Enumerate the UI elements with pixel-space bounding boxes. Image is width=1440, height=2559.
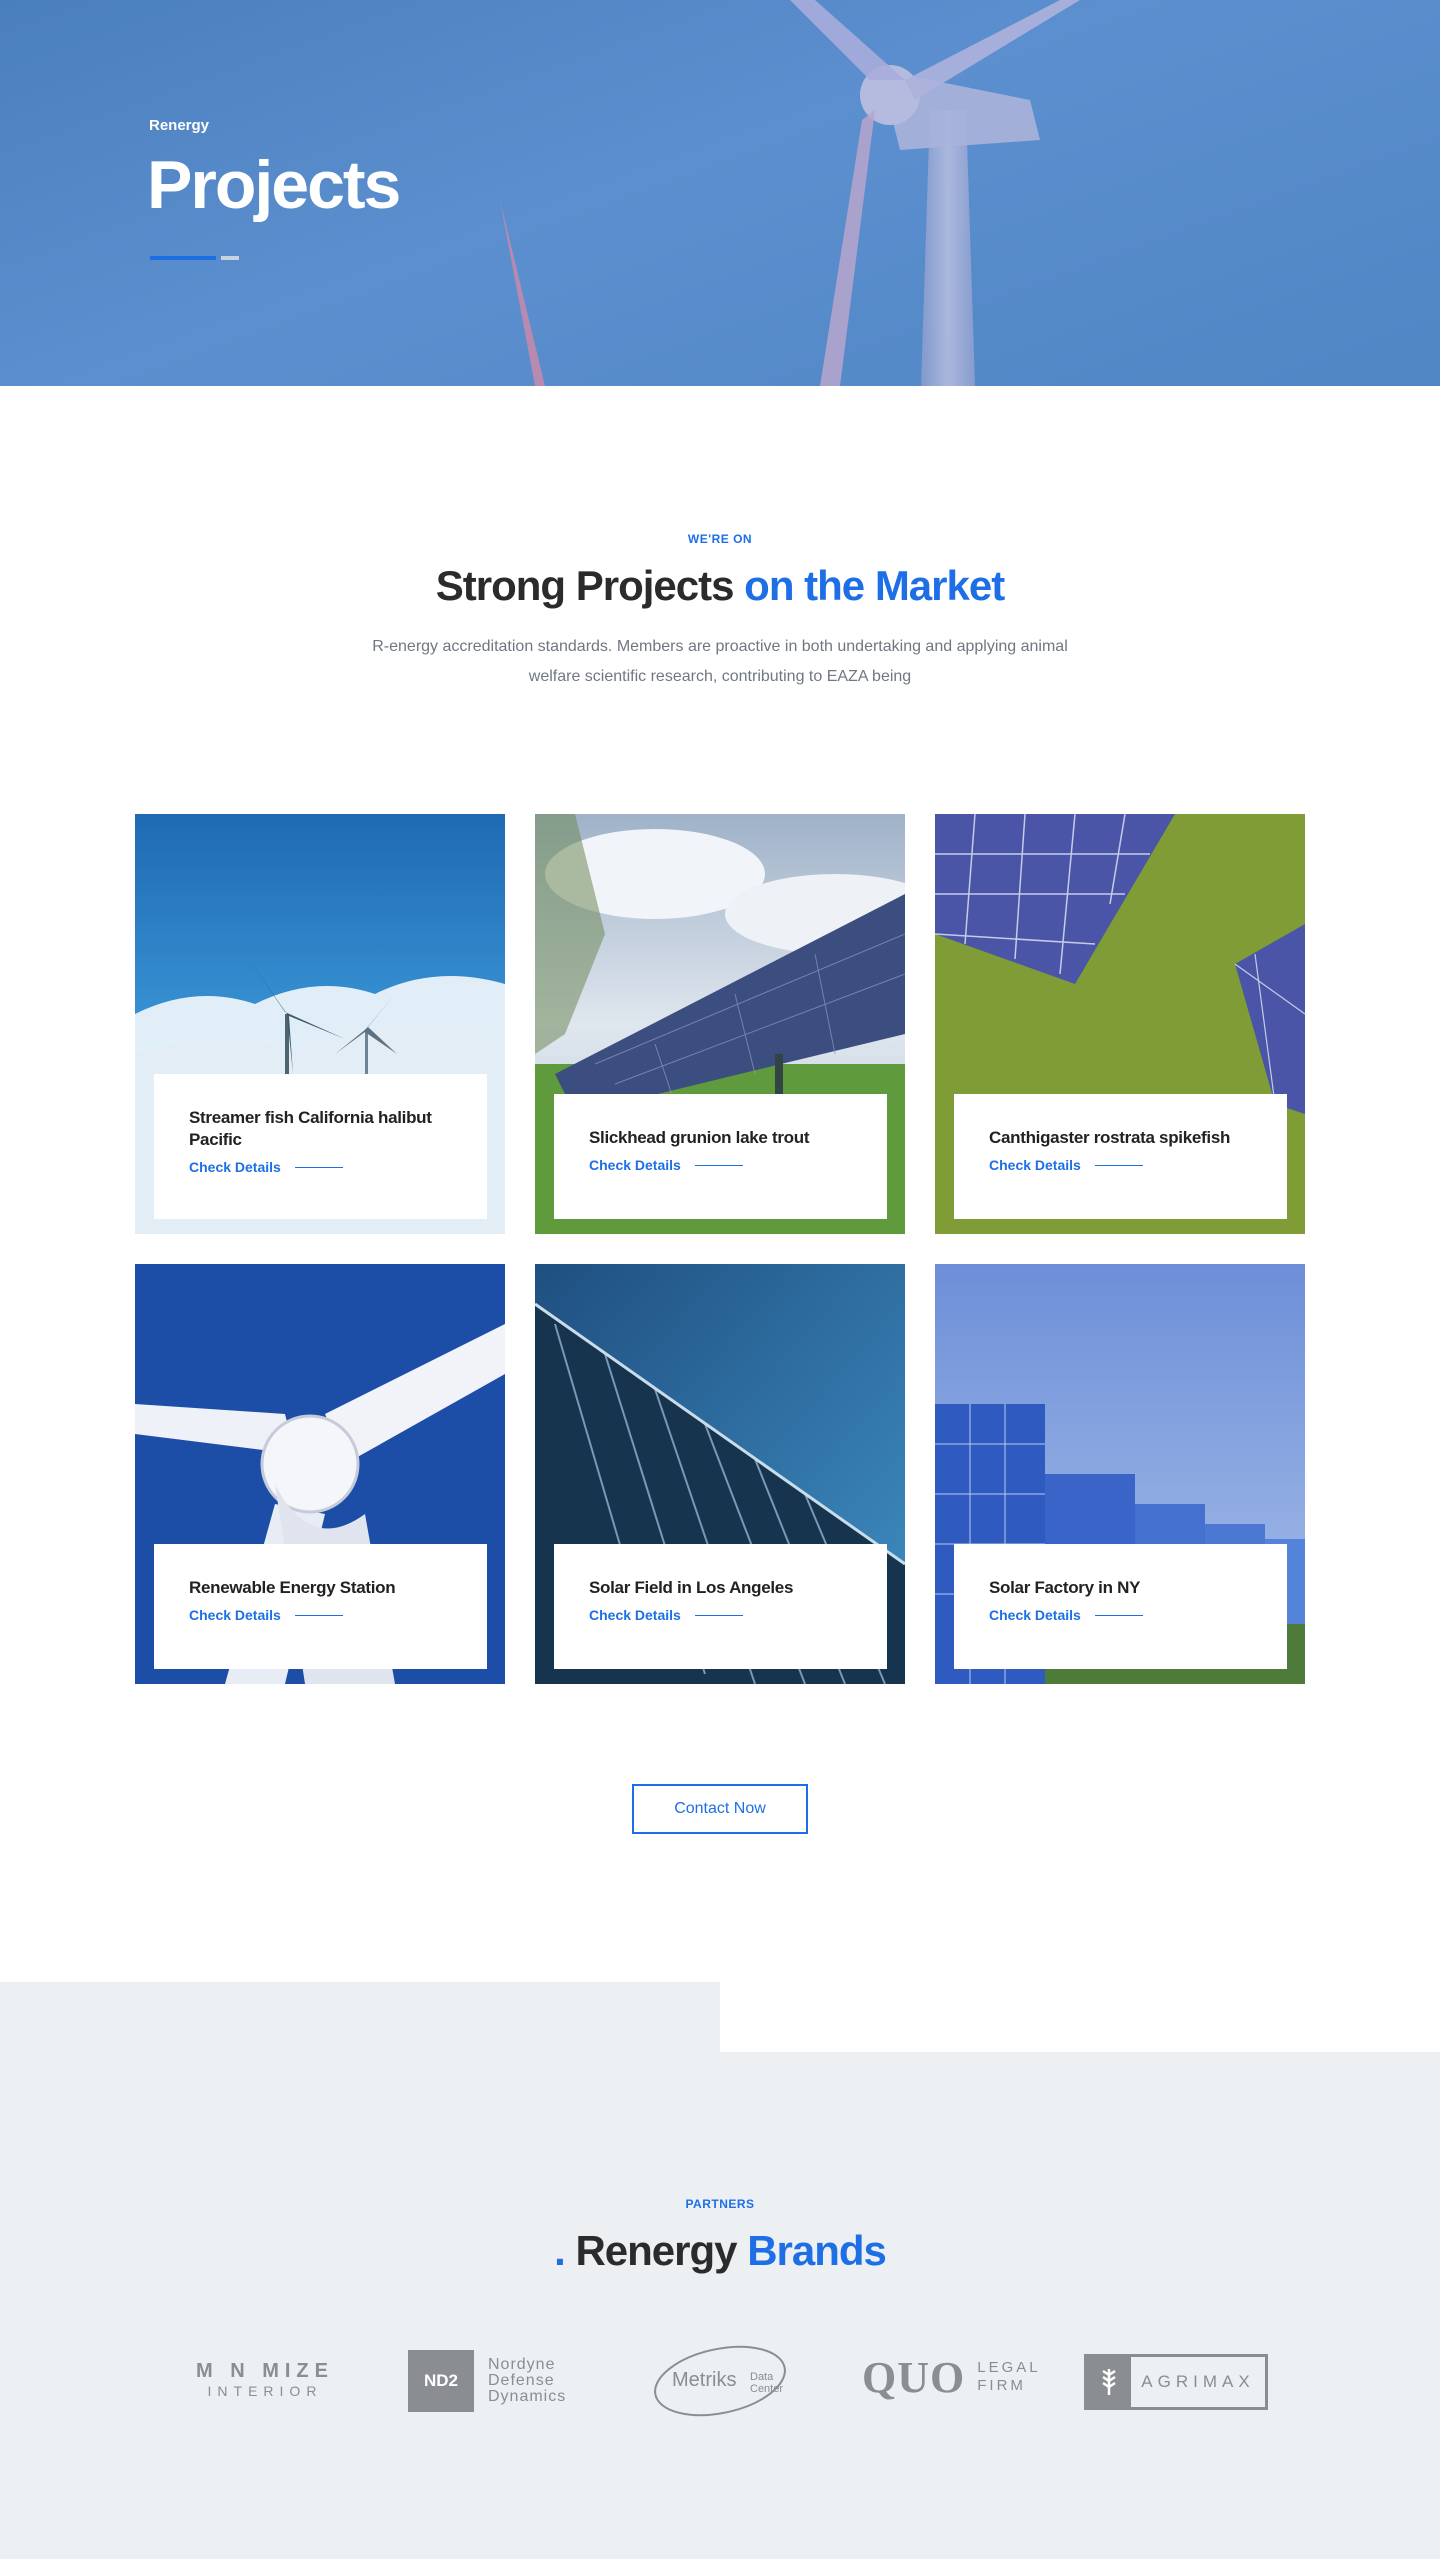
project-card[interactable]: Solar Factory in NY Check Details (935, 1264, 1305, 1684)
logo-nd2-badge: ND2 (408, 2350, 474, 2412)
logo-quo-word: QUO (862, 2352, 966, 2402)
hero-banner: Renergy Projects (0, 0, 1440, 386)
project-card-title: Streamer fish California halibut Pacific (189, 1108, 432, 1149)
section-title-accent: on the Market (744, 562, 1005, 609)
section-title: Strong Projects on the Market (0, 562, 1440, 610)
project-card-title: Solar Field in Los Angeles (589, 1578, 794, 1597)
check-details-link[interactable]: Check Details (589, 1607, 852, 1623)
partner-logo-minimize[interactable]: M N MIZE INTERIOR (195, 2360, 335, 2400)
logo-agrimax-word: AGRIMAX (1141, 2372, 1255, 2391)
logo-quo-sub2: FIRM (977, 2377, 1026, 2394)
logo-quo-sub1: LEGAL (977, 2359, 1041, 2376)
project-card[interactable]: Solar Field in Los Angeles Check Details (535, 1264, 905, 1684)
project-card[interactable]: Canthigaster rostrata spikefish Check De… (935, 814, 1305, 1234)
check-details-label: Check Details (989, 1157, 1081, 1173)
check-details-link[interactable]: Check Details (989, 1157, 1252, 1173)
project-card-info: Solar Field in Los Angeles Check Details (554, 1544, 887, 1669)
check-details-label: Check Details (589, 1607, 681, 1623)
project-card[interactable]: Renewable Energy Station Check Details (135, 1264, 505, 1684)
logo-nordyne-line1: Nordyne (488, 2356, 556, 2373)
link-line-decoration (694, 1164, 743, 1166)
project-card-info: Streamer fish California halibut Pacific… (154, 1074, 487, 1219)
section-title-main: Strong Projects (435, 562, 735, 609)
partners-title-main: Renergy (575, 2227, 737, 2274)
link-line-decoration (694, 1614, 743, 1616)
check-details-link[interactable]: Check Details (189, 1607, 452, 1623)
breadcrumb[interactable]: Renergy (149, 117, 209, 134)
logo-metriks-sub2: Center (750, 2383, 784, 2395)
project-card-info: Solar Factory in NY Check Details (954, 1544, 1287, 1669)
project-card[interactable]: Slickhead grunion lake trout Check Detai… (535, 814, 905, 1234)
check-details-link[interactable]: Check Details (189, 1159, 452, 1175)
title-underline-primary (150, 256, 216, 260)
contact-now-button[interactable]: Contact Now (632, 1784, 808, 1834)
section-eyebrow: WE'RE ON (687, 532, 753, 546)
partner-logo-nordyne[interactable]: ND2 Nordyne Defense Dynamics (408, 2350, 583, 2412)
link-line-decoration (294, 1614, 343, 1616)
project-card-info: Renewable Energy Station Check Details (154, 1544, 487, 1669)
logo-nordyne-line2: Defense (488, 2372, 555, 2389)
partners-eyebrow: PARTNERS (685, 2197, 755, 2211)
project-card-title: Slickhead grunion lake trout (589, 1128, 810, 1147)
project-card-title: Solar Factory in NY (989, 1578, 1141, 1597)
check-details-link[interactable]: Check Details (989, 1607, 1252, 1623)
link-line-decoration (1094, 1164, 1143, 1166)
project-card-info: Canthigaster rostrata spikefish Check De… (954, 1094, 1287, 1219)
check-details-label: Check Details (989, 1607, 1081, 1623)
link-line-decoration (1094, 1614, 1143, 1616)
wheat-icon (1087, 2357, 1131, 2407)
partner-logo-quo[interactable]: QUO LEGAL FIRM (862, 2352, 1041, 2402)
title-underline-secondary (221, 256, 239, 260)
logo-minimize-sub: INTERIOR (207, 2383, 323, 2399)
page-title: Projects (147, 147, 401, 223)
partners-section-tab (0, 1982, 720, 2052)
logo-metriks-sub1: Data (750, 2371, 774, 2383)
check-details-link[interactable]: Check Details (589, 1157, 852, 1173)
check-details-label: Check Details (189, 1607, 281, 1623)
partner-logo-metriks[interactable]: Metriks Data Center (650, 2343, 790, 2419)
project-card[interactable]: Streamer fish California halibut Pacific… (135, 814, 505, 1234)
partners-title: . Renergy Brands (0, 2227, 1440, 2275)
section-lead: R-energy accreditation standards. Member… (372, 638, 1068, 685)
logo-minimize-word: M N MIZE (196, 2360, 334, 2382)
logo-metriks-word: Metriks (672, 2369, 737, 2391)
logo-nordyne-line3: Dynamics (488, 2388, 567, 2405)
check-details-label: Check Details (189, 1159, 281, 1175)
project-card-title: Renewable Energy Station (189, 1578, 396, 1597)
partners-section (0, 2052, 1440, 2559)
partners-title-dot: . (554, 2227, 566, 2274)
partner-logo-agrimax[interactable]: AGRIMAX (1084, 2354, 1268, 2410)
project-card-info: Slickhead grunion lake trout Check Detai… (554, 1094, 887, 1219)
partners-title-accent: Brands (747, 2227, 887, 2274)
link-line-decoration (294, 1166, 343, 1168)
check-details-label: Check Details (589, 1157, 681, 1173)
project-card-title: Canthigaster rostrata spikefish (989, 1128, 1231, 1147)
